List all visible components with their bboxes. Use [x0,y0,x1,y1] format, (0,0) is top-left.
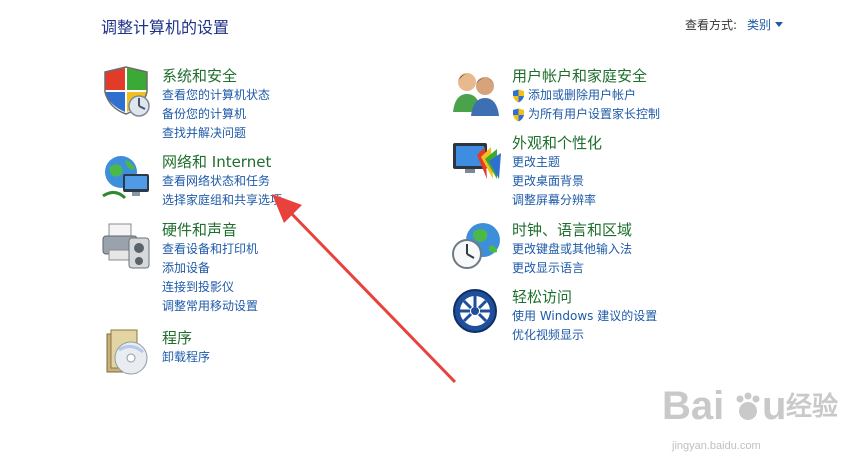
category-link[interactable]: 查看您的计算机状态 [162,86,462,105]
category-link[interactable]: 添加或删除用户帐户 [512,86,812,105]
category-link[interactable]: 调整常用移动设置 [162,297,462,316]
category-title[interactable]: 系统和安全 [162,66,462,86]
baidu-watermark: Bai u 经验 jingyan.baidu.com [662,384,838,452]
link-label: 添加或删除用户帐户 [528,88,637,102]
category-link[interactable]: 备份您的计算机 [162,105,462,124]
category-link[interactable]: 选择家庭组和共享选项 [162,191,462,210]
link-label: 为所有用户设置家长控制 [528,107,661,121]
monitor-palette-icon [453,143,501,179]
category-title[interactable]: 程序 [162,328,462,348]
category-link[interactable]: 更改桌面背景 [512,172,812,191]
chevron-down-icon [775,22,784,27]
watermark-brand-cn: 经验 [786,391,838,421]
network-globe-icon [102,156,149,200]
category-link[interactable]: 添加设备 [162,259,462,278]
watermark-url: jingyan.baidu.com [671,440,761,452]
category-title[interactable]: 网络和 Internet [162,152,462,172]
category-link[interactable]: 更改键盘或其他输入法 [512,240,812,259]
page-title: 调整计算机的设置 [101,18,230,37]
category-link[interactable]: 为所有用户设置家长控制 [512,105,812,124]
printer-speaker-icon [102,223,150,269]
view-by-value: 类别 [747,18,772,32]
category-link[interactable]: 优化视频显示 [512,326,812,345]
category-link[interactable]: 更改主题 [512,153,812,172]
category-link[interactable]: 使用 Windows 建议的设置 [512,307,812,326]
category-link[interactable]: 更改显示语言 [512,259,812,278]
category-title[interactable]: 轻松访问 [512,287,812,307]
users-icon [453,73,499,116]
watermark-brand: Bai [662,384,724,428]
category-link[interactable]: 卸载程序 [162,348,462,367]
category-link[interactable]: 连接到投影仪 [162,278,462,297]
category-title[interactable]: 外观和个性化 [512,133,812,153]
programs-disc-icon [106,329,148,375]
shield-icon [513,89,524,102]
category-link[interactable]: 调整屏幕分辨率 [512,191,812,210]
category-title[interactable]: 时钟、语言和区域 [512,220,812,240]
paw-icon [736,392,760,420]
category-title[interactable]: 硬件和声音 [162,220,462,240]
view-by-label: 查看方式: [685,18,738,32]
view-by-dropdown[interactable]: 类别 [747,16,784,33]
ease-of-access-icon [453,289,497,333]
view-by: 查看方式: 类别 [685,16,784,33]
category-link[interactable]: 查找并解决问题 [162,124,462,143]
shield-icon [104,66,150,117]
watermark-brand-end: u [762,384,786,428]
shield-icon [513,108,524,121]
category-link[interactable]: 查看设备和打印机 [162,240,462,259]
clock-globe-icon [452,223,500,269]
category-title[interactable]: 用户帐户和家庭安全 [512,66,812,86]
category-link[interactable]: 查看网络状态和任务 [162,172,462,191]
